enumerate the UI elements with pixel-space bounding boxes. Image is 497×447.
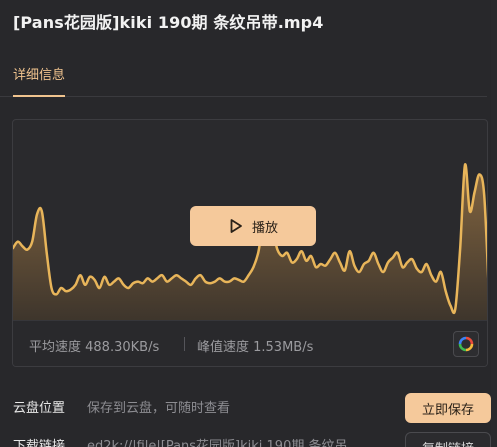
speed-chart-box: 播放 平均速度 488.30KB/s 峰值速度 1.53MB/s <box>12 119 488 367</box>
ring-logo-icon <box>458 336 474 352</box>
peak-speed: 峰值速度 1.53MB/s <box>197 340 314 355</box>
copy-link-button[interactable]: 复制链接 <box>405 432 491 447</box>
speed-stats-bar: 平均速度 488.30KB/s 峰值速度 1.53MB/s <box>13 320 487 366</box>
save-now-button[interactable]: 立即保存 <box>405 393 491 423</box>
download-link-value[interactable]: ed2k://|file|[Pans花园版]kiki 190期 条纹吊 <box>87 435 347 447</box>
download-detail-panel: [Pans花园版]kiki 190期 条纹吊带.mp4 详细信息 播放 平均速度… <box>0 0 497 447</box>
download-link-label: 下载链接 <box>13 439 66 447</box>
tab-bar: 详细信息 <box>0 60 487 97</box>
cloud-location-label: 云盘位置 <box>13 401 66 416</box>
play-label: 播放 <box>251 220 278 236</box>
tab-details[interactable]: 详细信息 <box>13 64 66 97</box>
cloud-location-value: 保存到云盘，可随时查看 <box>87 401 231 416</box>
file-title: [Pans花园版]kiki 190期 条纹吊带.mp4 <box>13 13 324 32</box>
scrollbar[interactable] <box>491 0 497 447</box>
stats-divider <box>184 337 185 351</box>
accelerator-button[interactable] <box>453 331 479 357</box>
play-icon <box>230 219 242 233</box>
play-button[interactable]: 播放 <box>190 206 316 246</box>
average-speed: 平均速度 488.30KB/s <box>29 340 160 355</box>
